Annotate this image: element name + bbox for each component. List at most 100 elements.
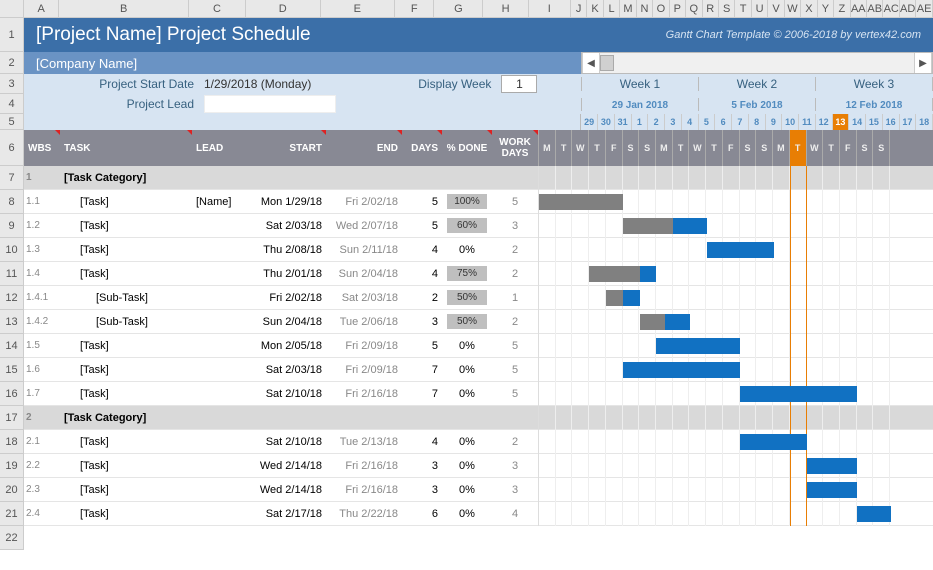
start-cell[interactable]: Mon 2/05/18: [250, 340, 326, 352]
th-days[interactable]: DAYS: [402, 130, 442, 166]
wbs-cell[interactable]: 2.3: [24, 484, 60, 495]
row-header[interactable]: 20: [0, 478, 24, 502]
start-cell[interactable]: Sat 2/03/18: [250, 364, 326, 376]
start-cell[interactable]: Sat 2/10/18: [250, 436, 326, 448]
row-header[interactable]: 18: [0, 430, 24, 454]
work-days-cell[interactable]: 5: [492, 340, 538, 352]
col-header[interactable]: X: [801, 0, 817, 17]
th-lead[interactable]: LEAD: [192, 130, 250, 166]
task-name-cell[interactable]: [Task]: [60, 220, 192, 232]
category-row[interactable]: 1[Task Category]: [24, 166, 933, 190]
start-date-value[interactable]: 1/29/2018 (Monday): [204, 77, 311, 91]
col-header[interactable]: Q: [686, 0, 702, 17]
col-header[interactable]: B: [59, 0, 189, 17]
start-cell[interactable]: Thu 2/01/18: [250, 268, 326, 280]
wbs-cell[interactable]: 2: [24, 412, 60, 423]
task-name-cell[interactable]: [Task]: [60, 196, 192, 208]
task-name-cell[interactable]: [Task]: [60, 268, 192, 280]
task-row[interactable]: 1.4.2[Sub-Task]Sun 2/04/18Tue 2/06/18350…: [24, 310, 933, 334]
task-row[interactable]: 1.7[Task]Sat 2/10/18Fri 2/16/1870%5: [24, 382, 933, 406]
wbs-cell[interactable]: 2.2: [24, 460, 60, 471]
end-cell[interactable]: Fri 2/09/18: [326, 340, 402, 352]
pct-done-cell[interactable]: 0%: [442, 484, 492, 496]
days-cell[interactable]: 4: [402, 436, 442, 448]
days-cell[interactable]: 3: [402, 460, 442, 472]
col-header[interactable]: AE: [916, 0, 932, 17]
end-cell[interactable]: Wed 2/07/18: [326, 220, 402, 232]
row-header[interactable]: 19: [0, 454, 24, 478]
end-cell[interactable]: Sat 2/03/18: [326, 292, 402, 304]
end-cell[interactable]: Fri 2/16/18: [326, 460, 402, 472]
col-header[interactable]: P: [670, 0, 686, 17]
work-days-cell[interactable]: 3: [492, 460, 538, 472]
row-header[interactable]: 10: [0, 238, 24, 262]
row-header[interactable]: 6: [0, 130, 24, 166]
row-header[interactable]: 22: [0, 526, 24, 550]
start-cell[interactable]: Sun 2/04/18: [250, 316, 326, 328]
col-header[interactable]: J: [571, 0, 587, 17]
row-header[interactable]: 14: [0, 334, 24, 358]
col-header[interactable]: O: [653, 0, 669, 17]
task-name-cell[interactable]: [Task]: [60, 364, 192, 376]
pct-done-cell[interactable]: 60%: [442, 218, 492, 233]
col-header[interactable]: L: [604, 0, 620, 17]
pct-done-cell[interactable]: 50%: [442, 290, 492, 305]
col-header[interactable]: N: [637, 0, 653, 17]
scroll-left-button[interactable]: ◀: [582, 53, 600, 73]
start-cell[interactable]: Fri 2/02/18: [250, 292, 326, 304]
days-cell[interactable]: 4: [402, 268, 442, 280]
wbs-cell[interactable]: 1.2: [24, 220, 60, 231]
work-days-cell[interactable]: 2: [492, 268, 538, 280]
work-days-cell[interactable]: 5: [492, 196, 538, 208]
pct-done-cell[interactable]: 0%: [442, 436, 492, 448]
task-name-cell[interactable]: [Task Category]: [60, 172, 192, 184]
col-header[interactable]: R: [703, 0, 719, 17]
scroll-thumb[interactable]: [600, 55, 614, 71]
start-cell[interactable]: Sat 2/10/18: [250, 388, 326, 400]
col-header[interactable]: C: [189, 0, 246, 17]
task-row[interactable]: 2.1[Task]Sat 2/10/18Tue 2/13/1840%2: [24, 430, 933, 454]
end-cell[interactable]: Tue 2/13/18: [326, 436, 402, 448]
task-name-cell[interactable]: [Task Category]: [60, 412, 192, 424]
pct-done-cell[interactable]: 100%: [442, 194, 492, 209]
work-days-cell[interactable]: 4: [492, 508, 538, 520]
row-header[interactable]: 21: [0, 502, 24, 526]
lead-cell[interactable]: [Name]: [192, 196, 250, 208]
th-end[interactable]: END: [326, 130, 402, 166]
work-days-cell[interactable]: 2: [492, 316, 538, 328]
days-cell[interactable]: 3: [402, 316, 442, 328]
th-work[interactable]: WORK DAYS: [492, 130, 538, 166]
days-cell[interactable]: 5: [402, 196, 442, 208]
days-cell[interactable]: 3: [402, 484, 442, 496]
col-header[interactable]: U: [752, 0, 768, 17]
pct-done-cell[interactable]: 0%: [442, 340, 492, 352]
col-header[interactable]: M: [620, 0, 636, 17]
task-name-cell[interactable]: [Task]: [60, 388, 192, 400]
row-header[interactable]: 9: [0, 214, 24, 238]
task-name-cell[interactable]: [Sub-Task]: [60, 316, 192, 328]
col-header[interactable]: Z: [834, 0, 850, 17]
end-cell[interactable]: Fri 2/02/18: [326, 196, 402, 208]
pct-done-cell[interactable]: 0%: [442, 460, 492, 472]
start-cell[interactable]: Sat 2/17/18: [250, 508, 326, 520]
task-name-cell[interactable]: [Task]: [60, 460, 192, 472]
pct-done-cell[interactable]: 0%: [442, 364, 492, 376]
row-header[interactable]: 8: [0, 190, 24, 214]
th-task[interactable]: TASK: [60, 130, 192, 166]
end-cell[interactable]: Fri 2/16/18: [326, 388, 402, 400]
start-cell[interactable]: Wed 2/14/18: [250, 484, 326, 496]
task-row[interactable]: 1.4[Task]Thu 2/01/18Sun 2/04/18475%2: [24, 262, 933, 286]
end-cell[interactable]: Sun 2/04/18: [326, 268, 402, 280]
days-cell[interactable]: 4: [402, 244, 442, 256]
display-week-input[interactable]: 1: [501, 75, 537, 93]
task-row[interactable]: 1.1[Task][Name]Mon 1/29/18Fri 2/02/18510…: [24, 190, 933, 214]
row-header[interactable]: 11: [0, 262, 24, 286]
days-cell[interactable]: 7: [402, 388, 442, 400]
end-cell[interactable]: Fri 2/16/18: [326, 484, 402, 496]
task-name-cell[interactable]: [Task]: [60, 340, 192, 352]
task-row[interactable]: 1.2[Task]Sat 2/03/18Wed 2/07/18560%3: [24, 214, 933, 238]
end-cell[interactable]: Sun 2/11/18: [326, 244, 402, 256]
col-header[interactable]: AB: [867, 0, 883, 17]
end-cell[interactable]: Fri 2/09/18: [326, 364, 402, 376]
task-row[interactable]: 1.5[Task]Mon 2/05/18Fri 2/09/1850%5: [24, 334, 933, 358]
